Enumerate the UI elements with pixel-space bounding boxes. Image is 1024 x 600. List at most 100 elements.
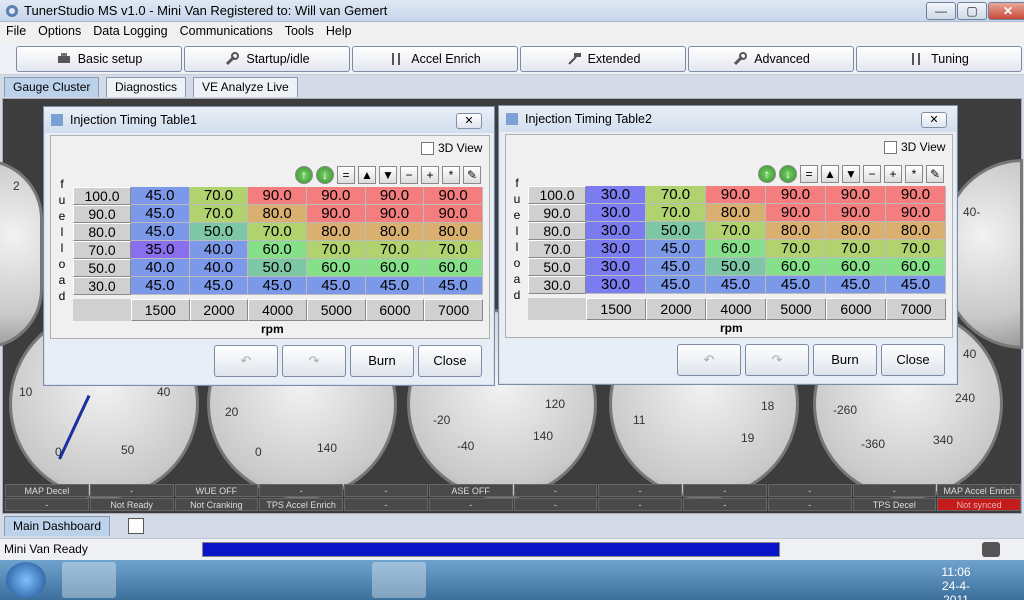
row-header[interactable]: 70.0 (73, 241, 131, 259)
redo-button[interactable]: ↷ (745, 344, 809, 376)
table-cell[interactable]: 90.0 (365, 187, 425, 205)
table-cell[interactable]: 60.0 (365, 259, 425, 277)
table-cell[interactable]: 30.0 (586, 186, 646, 204)
table-cell[interactable]: 45.0 (646, 276, 706, 294)
table-cell[interactable]: 60.0 (248, 241, 307, 259)
menu-data-logging[interactable]: Data Logging (87, 22, 173, 38)
column-header[interactable]: 7000 (886, 298, 946, 320)
dialog-close-icon[interactable]: ✕ (456, 113, 482, 129)
table-cell[interactable]: 35.0 (131, 241, 190, 259)
table-cell[interactable]: 30.0 (586, 204, 646, 222)
close-button[interactable]: Close (418, 345, 482, 377)
new-dashboard-icon[interactable] (128, 518, 144, 534)
burn-button[interactable]: Burn (350, 345, 414, 377)
table-cell[interactable]: 90.0 (306, 187, 366, 205)
paint-icon[interactable]: ✎ (926, 165, 944, 183)
menu-communications[interactable]: Communications (174, 22, 279, 38)
accel-enrich-button[interactable]: Accel Enrich (352, 46, 518, 72)
table-cell[interactable]: 50.0 (189, 223, 249, 241)
table-cell[interactable]: 90.0 (365, 205, 425, 223)
table-cell[interactable]: 90.0 (424, 205, 483, 223)
table-cell[interactable]: 70.0 (646, 204, 706, 222)
down-arrow-icon[interactable]: ↓ (316, 166, 334, 184)
table-cell[interactable]: 70.0 (365, 241, 425, 259)
column-header[interactable]: 6000 (826, 298, 886, 320)
row-header[interactable]: 30.0 (73, 277, 131, 295)
table-cell[interactable]: 60.0 (886, 258, 946, 276)
table-cell[interactable]: 50.0 (706, 258, 766, 276)
table-cell[interactable]: 70.0 (646, 186, 706, 204)
table-cell[interactable]: 80.0 (766, 222, 826, 240)
table-cell[interactable]: 45.0 (365, 277, 425, 295)
table-cell[interactable]: 40.0 (189, 241, 249, 259)
table-cell[interactable]: 70.0 (886, 240, 946, 258)
table-cell[interactable]: 80.0 (306, 223, 366, 241)
3d-view-checkbox[interactable] (884, 140, 897, 154)
table-cell[interactable]: 80.0 (826, 222, 886, 240)
3d-view-toggle[interactable]: 3D View (884, 140, 945, 154)
column-header[interactable]: 5000 (306, 299, 366, 321)
close-button[interactable]: Close (881, 344, 945, 376)
table-cell[interactable]: 90.0 (706, 186, 766, 204)
tunerstudio-task-icon[interactable] (372, 562, 426, 598)
tray-clock[interactable]: 11:06 24-4-2011 (930, 565, 982, 600)
maximize-button[interactable]: ▢ (957, 2, 987, 20)
table-cell[interactable]: 45.0 (131, 223, 190, 241)
tab-diagnostics[interactable]: Diagnostics (106, 77, 187, 97)
table-cell[interactable]: 80.0 (706, 204, 766, 222)
advanced-button[interactable]: Advanced (688, 46, 854, 72)
internet-explorer-icon[interactable] (186, 562, 240, 598)
injection-timing-grid[interactable]: 100.0 30.0 70.0 90.0 90.0 90.0 90.0 90.0 30.0 70.… (528, 186, 948, 320)
decrement-button[interactable]: ▼ (379, 166, 397, 184)
table-cell[interactable]: 70.0 (248, 223, 307, 241)
table-cell[interactable]: 80.0 (424, 223, 483, 241)
subtract-button[interactable]: − (863, 165, 881, 183)
row-header[interactable]: 100.0 (73, 187, 131, 205)
table-cell[interactable]: 45.0 (189, 277, 249, 295)
table-cell[interactable]: 60.0 (766, 258, 826, 276)
tab-ve-analyze-live[interactable]: VE Analyze Live (193, 77, 298, 97)
table-cell[interactable]: 70.0 (189, 205, 249, 223)
row-header[interactable]: 80.0 (73, 223, 131, 241)
table-cell[interactable]: 30.0 (586, 222, 646, 240)
add-button[interactable]: + (421, 166, 439, 184)
injection-timing-grid[interactable]: 100.0 45.0 70.0 90.0 90.0 90.0 90.0 90.0 45.0 70.… (73, 187, 485, 321)
decrement-button[interactable]: ▼ (842, 165, 860, 183)
table-cell[interactable]: 50.0 (248, 259, 307, 277)
column-header[interactable]: 4000 (706, 298, 766, 320)
media-player-icon[interactable] (122, 562, 176, 598)
table-cell[interactable]: 45.0 (424, 277, 483, 295)
table-cell[interactable]: 80.0 (365, 223, 425, 241)
down-arrow-icon[interactable]: ↓ (779, 165, 797, 183)
column-header[interactable]: 4000 (248, 299, 307, 321)
table-cell[interactable]: 90.0 (886, 204, 946, 222)
table-cell[interactable]: 60.0 (706, 240, 766, 258)
redo-button[interactable]: ↷ (282, 345, 346, 377)
table-cell[interactable]: 90.0 (766, 186, 826, 204)
menu-tools[interactable]: Tools (279, 22, 320, 38)
table-cell[interactable]: 30.0 (586, 276, 646, 294)
table-cell[interactable]: 90.0 (766, 204, 826, 222)
table-cell[interactable]: 60.0 (424, 259, 483, 277)
table-cell[interactable]: 90.0 (826, 186, 886, 204)
column-header[interactable]: 2000 (189, 299, 249, 321)
table-cell[interactable]: 45.0 (131, 277, 190, 295)
table-cell[interactable]: 45.0 (826, 276, 886, 294)
row-header[interactable]: 80.0 (528, 222, 586, 240)
table-cell[interactable]: 45.0 (646, 240, 706, 258)
explorer-icon[interactable] (62, 562, 116, 598)
table-cell[interactable]: 50.0 (646, 222, 706, 240)
multiply-button[interactable]: * (442, 166, 460, 184)
burn-button[interactable]: Burn (813, 344, 877, 376)
tuning-button[interactable]: Tuning (856, 46, 1022, 72)
table-cell[interactable]: 90.0 (306, 205, 366, 223)
column-header[interactable]: 6000 (365, 299, 425, 321)
startup-idle-button[interactable]: Startup/idle (184, 46, 350, 72)
row-header[interactable]: 30.0 (528, 276, 586, 294)
dialog-close-icon[interactable]: ✕ (921, 112, 947, 128)
increment-button[interactable]: ▲ (821, 165, 839, 183)
table-cell[interactable]: 45.0 (131, 187, 190, 205)
row-header[interactable]: 100.0 (528, 186, 586, 204)
subtract-button[interactable]: − (400, 166, 418, 184)
table-cell[interactable]: 70.0 (826, 240, 886, 258)
